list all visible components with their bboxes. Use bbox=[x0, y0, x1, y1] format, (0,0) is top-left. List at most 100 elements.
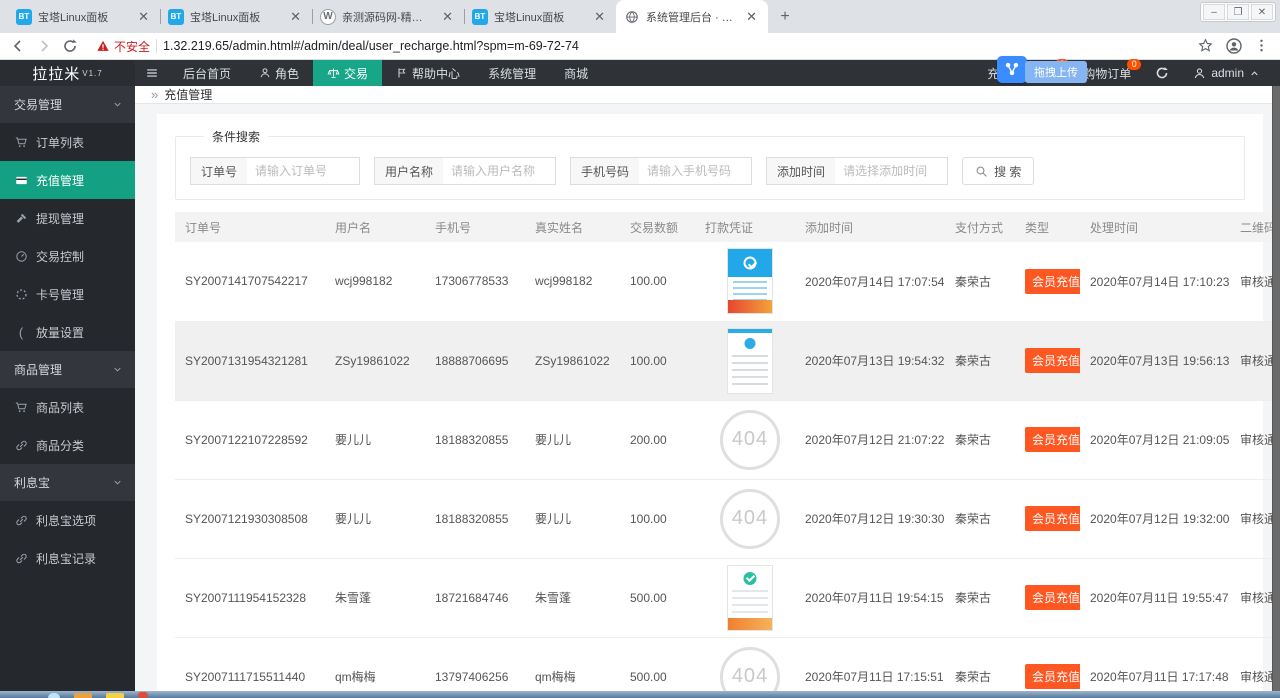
search-field-group-2: 手机号码 bbox=[570, 157, 753, 185]
sidebar-item-1-1[interactable]: 商品分类 bbox=[0, 426, 135, 464]
bookmark-star-icon[interactable] bbox=[1198, 38, 1214, 54]
payment-proof-thumbnail[interactable] bbox=[727, 564, 773, 631]
page-scrollbar[interactable] bbox=[1272, 86, 1280, 692]
sidebar-item-2-0[interactable]: 利息宝选项 bbox=[0, 501, 135, 539]
nav-item-3[interactable]: 帮助中心 bbox=[382, 60, 474, 86]
browser-tab-3[interactable]: BT 宝塔Linux面板 ✕ bbox=[464, 0, 617, 33]
sidebar-group-label: 商品管理 bbox=[14, 363, 63, 377]
hamburger-icon bbox=[145, 66, 159, 80]
sidebar-item-0-1[interactable]: 充值管理 bbox=[0, 161, 135, 199]
cell-pay-method: 秦荣古 bbox=[945, 242, 1015, 322]
profile-avatar-icon[interactable] bbox=[1226, 38, 1242, 54]
search-button[interactable]: 搜 索 bbox=[962, 157, 1035, 185]
sidebar-group-2[interactable]: 利息宝 bbox=[0, 464, 135, 501]
cart-icon bbox=[14, 400, 28, 414]
field-input-2[interactable] bbox=[639, 158, 752, 184]
cell-order-id: SY2007121930308508 bbox=[175, 479, 325, 559]
column-header: 添加时间 bbox=[795, 212, 945, 242]
refresh-icon bbox=[1155, 66, 1169, 80]
sidebar-item-label: 利息宝选项 bbox=[36, 513, 97, 528]
nav-item-1[interactable]: 角色 bbox=[245, 60, 313, 86]
column-header: 手机号 bbox=[425, 212, 525, 242]
drag-upload-label: 拖拽上传 bbox=[1025, 61, 1087, 83]
cell-amount: 200.00 bbox=[620, 400, 695, 480]
windows-taskbar[interactable] bbox=[0, 691, 1280, 698]
cell-pay-method: 秦荣古 bbox=[945, 558, 1015, 638]
content-panel: 条件搜索 订单号用户名称手机号码添加时间 搜 索 订单号用户名手机号真实姓名交易… bbox=[157, 114, 1280, 698]
cell-pay-method: 秦荣古 bbox=[945, 637, 1015, 698]
column-header: 用户名 bbox=[325, 212, 425, 242]
warning-triangle-icon bbox=[96, 39, 110, 53]
cell-phone: 18888706695 bbox=[425, 321, 525, 401]
sidebar-item-0-5[interactable]: (放量设置 bbox=[0, 313, 135, 351]
tab-close-icon[interactable]: ✕ bbox=[287, 9, 304, 24]
browser-tab-4[interactable]: 系统管理后台 · 拉拉米 ✕ bbox=[616, 0, 768, 33]
nav-item-label: 商城 bbox=[564, 66, 589, 81]
member-recharge-badge: 会员充值 bbox=[1025, 268, 1080, 294]
new-tab-button[interactable]: + bbox=[772, 4, 798, 30]
cell-phone: 18188320855 bbox=[425, 479, 525, 559]
table-row-2: SY2007122107228592 要儿儿 18188320855 要儿儿 200.0… bbox=[175, 400, 1280, 480]
app-logo[interactable]: 拉拉米 V1.7 bbox=[0, 60, 135, 86]
reload-icon[interactable] bbox=[62, 38, 78, 54]
not-secure-warning[interactable]: 不安全 bbox=[96, 38, 150, 55]
sidebar-item-0-2[interactable]: 提现管理 bbox=[0, 199, 135, 237]
browser-tab-1[interactable]: BT 宝塔Linux面板 ✕ bbox=[160, 0, 313, 33]
window-close-button[interactable]: ✕ bbox=[1251, 4, 1273, 20]
table-row-1: SY2007131954321281 ZSy19861022 18888706695… bbox=[175, 321, 1280, 401]
cell-order-id: SY2007111954152328 bbox=[175, 558, 325, 638]
window-restore-button[interactable]: ❐ bbox=[1227, 4, 1249, 20]
payment-proof-thumbnail[interactable] bbox=[727, 327, 773, 394]
tab-close-icon[interactable]: ✕ bbox=[135, 9, 152, 24]
nav-item-2[interactable]: 交易 bbox=[313, 60, 383, 86]
url-address-bar[interactable]: 不安全 1.32.219.65/admin.html#/admin/deal/u… bbox=[88, 35, 1188, 57]
payment-proof-thumbnail[interactable] bbox=[727, 248, 773, 315]
cell-added-time: 2020年07月11日 17:15:51 bbox=[795, 637, 945, 698]
field-input-0[interactable] bbox=[247, 158, 360, 184]
cell-phone: 17306778533 bbox=[425, 242, 525, 322]
nav-item-0[interactable]: 后台首页 bbox=[169, 60, 245, 86]
admin-user-menu[interactable]: admin bbox=[1181, 60, 1280, 86]
browser-menu-icon[interactable] bbox=[1254, 38, 1270, 54]
back-icon[interactable] bbox=[10, 38, 26, 54]
sidebar-toggle-button[interactable] bbox=[135, 60, 169, 86]
table-row-3: SY2007121930308508 要儿儿 18188320855 要儿儿 100.0… bbox=[175, 479, 1280, 559]
cell-added-time: 2020年07月12日 19:30:30 bbox=[795, 479, 945, 559]
sidebar-item-0-0[interactable]: 订单列表 bbox=[0, 123, 135, 161]
refresh-page-button[interactable] bbox=[1143, 60, 1181, 86]
breadcrumb-chevron-icon: » bbox=[151, 87, 159, 102]
sidebar-item-label: 商品列表 bbox=[36, 400, 85, 415]
nav-item-5[interactable]: 商城 bbox=[550, 60, 602, 86]
search-field-group-1: 用户名称 bbox=[374, 157, 557, 185]
cell-phone: 18721684746 bbox=[425, 558, 525, 638]
sidebar-group-1[interactable]: 商品管理 bbox=[0, 351, 135, 388]
tab-title: 宝塔Linux面板 bbox=[494, 11, 565, 24]
cell-username: 要儿儿 bbox=[325, 400, 425, 480]
field-input-1[interactable] bbox=[443, 158, 556, 184]
sidebar-item-2-1[interactable]: 利息宝记录 bbox=[0, 539, 135, 577]
window-minimize-button[interactable]: – bbox=[1203, 4, 1225, 20]
sidebar-group-0[interactable]: 交易管理 bbox=[0, 86, 135, 123]
field-input-3[interactable] bbox=[835, 158, 948, 184]
baidu-pan-upload-widget[interactable]: 拖拽上传 bbox=[997, 55, 1087, 83]
cell-payment-proof: 404 bbox=[695, 637, 795, 698]
tab-close-icon[interactable]: ✕ bbox=[439, 9, 456, 24]
tab-close-icon[interactable]: ✕ bbox=[743, 9, 760, 24]
sidebar-item-0-4[interactable]: 卡号管理 bbox=[0, 275, 135, 313]
sidebar-item-0-3[interactable]: 交易控制 bbox=[0, 237, 135, 275]
cell-added-time: 2020年07月13日 19:54:32 bbox=[795, 321, 945, 401]
browser-tab-0[interactable]: BT 宝塔Linux面板 ✕ bbox=[8, 0, 161, 33]
taskbar-app-icon bbox=[106, 693, 124, 698]
cell-phone: 13797406256 bbox=[425, 637, 525, 698]
tab-close-icon[interactable]: ✕ bbox=[591, 9, 608, 24]
sidebar-item-1-0[interactable]: 商品列表 bbox=[0, 388, 135, 426]
browser-tab-2[interactable]: W 亲测源码网-精品资源站长亲测 ✕ bbox=[312, 0, 465, 33]
nav-item-4[interactable]: 系统管理 bbox=[474, 60, 550, 86]
window-controls: – ❐ ✕ bbox=[1200, 2, 1276, 22]
proof-404-placeholder: 404 bbox=[720, 488, 780, 549]
card-icon bbox=[14, 173, 28, 187]
link-icon bbox=[14, 551, 28, 565]
forward-icon[interactable] bbox=[36, 38, 52, 54]
cell-type: 会员充值 bbox=[1015, 242, 1080, 322]
wordpress-favicon: W bbox=[320, 8, 336, 25]
